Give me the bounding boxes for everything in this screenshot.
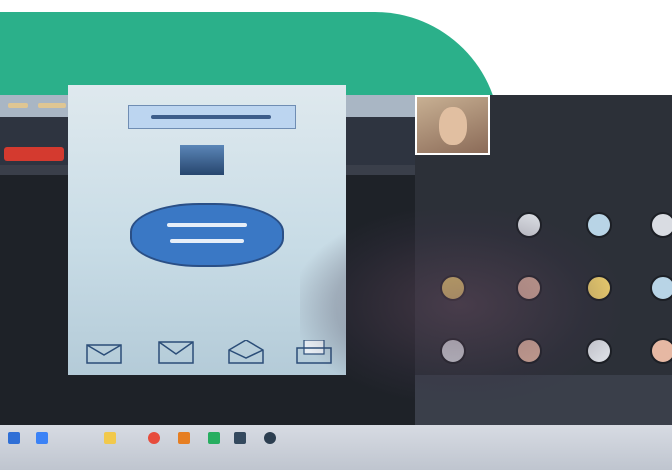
- participant-video-tile[interactable]: [415, 95, 490, 155]
- open-envelope-icon: [228, 339, 264, 364]
- envelope-icon: [86, 340, 122, 364]
- app-icon[interactable]: [208, 432, 220, 444]
- start-icon[interactable]: [8, 432, 20, 444]
- taskbar: [0, 425, 672, 470]
- envelope-icon: [158, 340, 194, 364]
- recording-indicator[interactable]: [4, 147, 64, 161]
- participant-avatar[interactable]: [650, 275, 672, 301]
- slide-title-box: [128, 105, 296, 129]
- search-icon[interactable]: [36, 432, 48, 444]
- folder-icon[interactable]: [104, 432, 116, 444]
- app-icon[interactable]: [234, 432, 246, 444]
- slide-cloud-bubble: [130, 203, 284, 267]
- participant-avatar[interactable]: [650, 212, 672, 238]
- app-icon[interactable]: [264, 432, 276, 444]
- browser-icon[interactable]: [148, 432, 160, 444]
- app-icon[interactable]: [178, 432, 190, 444]
- signpost-image: [180, 145, 224, 175]
- participant-avatar[interactable]: [650, 338, 672, 364]
- blurred-person-foreground: [300, 210, 620, 400]
